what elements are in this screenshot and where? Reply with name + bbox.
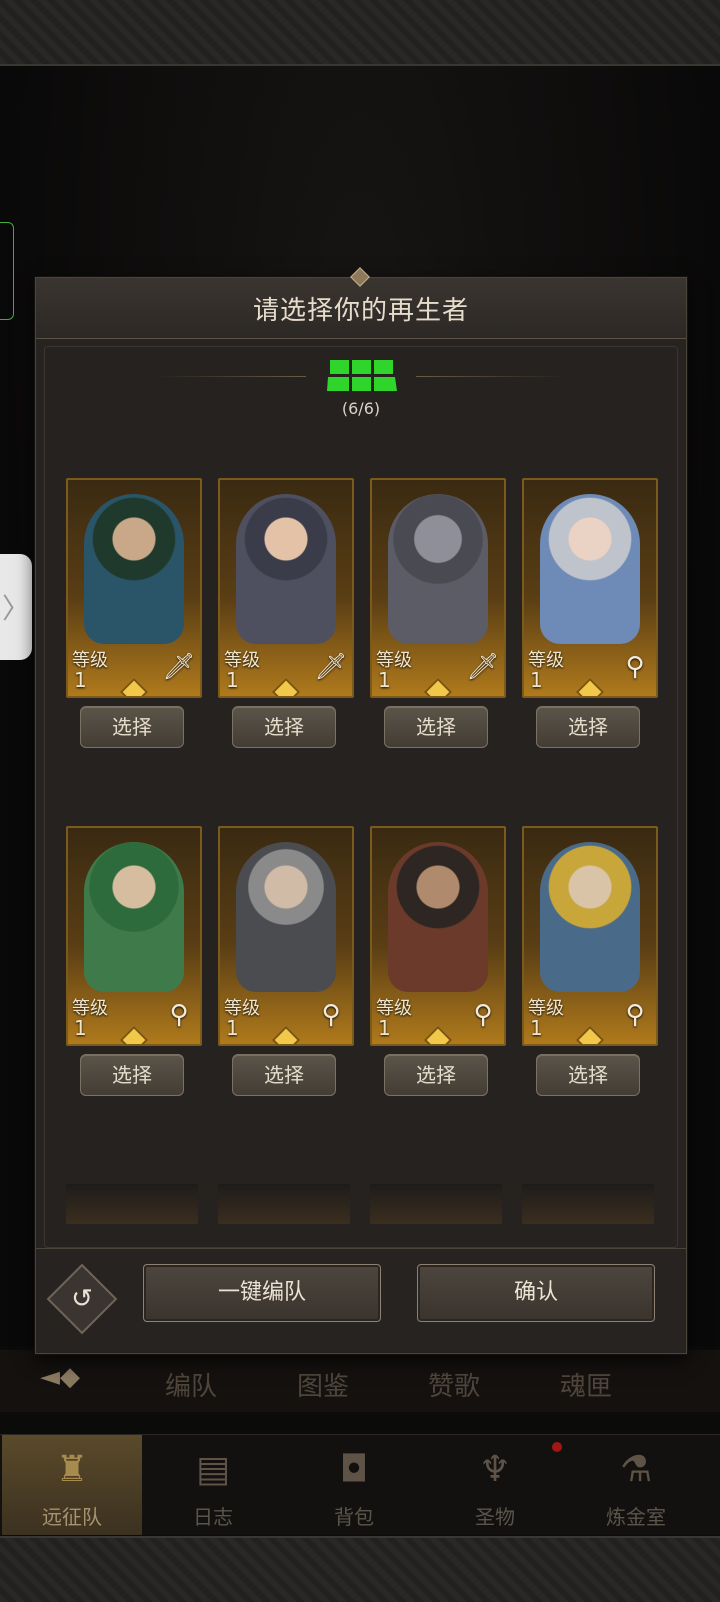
level-value: 1 — [530, 1016, 543, 1040]
side-drawer-tab[interactable]: 〉 — [0, 554, 32, 660]
chevron-right-icon: 〉 — [1, 592, 30, 625]
hero-portrait-partial[interactable] — [370, 1184, 502, 1224]
hero-portrait-partial[interactable] — [218, 1184, 350, 1224]
confirm-button[interactable]: 确认 — [417, 1264, 655, 1322]
select-button[interactable]: 选择 — [536, 706, 640, 748]
notification-dot — [552, 1442, 562, 1452]
select-button[interactable]: 选择 — [536, 1054, 640, 1096]
relic-icon: ♆ — [478, 1449, 512, 1490]
rarity-gem-icon — [271, 1025, 301, 1044]
nav-bag[interactable]: ◘ 背包 — [284, 1435, 424, 1535]
nav-label: 背包 — [334, 1505, 374, 1529]
rarity-gem-icon — [119, 1025, 149, 1044]
rarity-gem-icon — [119, 677, 149, 696]
helmet-icon: ♜ — [55, 1449, 89, 1490]
staff-icon: ⚲ — [321, 1000, 341, 1030]
bottom-nav: ♜ 远征队 ▤ 日志 ◘ 背包 ♆ 圣物 ⚗ 炼金室 — [0, 1434, 720, 1535]
staff-icon: ⚲ — [625, 652, 645, 682]
hero-card[interactable]: 等级 1 🗡 选择 — [218, 478, 354, 748]
level-value: 1 — [226, 668, 239, 692]
hero-row-partial — [66, 1184, 666, 1224]
level-value: 1 — [74, 668, 87, 692]
hero-figure — [236, 494, 336, 644]
hero-figure — [540, 494, 640, 644]
hero-card[interactable]: 等级 1 ⚲ 选择 — [218, 826, 354, 1096]
hero-card[interactable]: 等级 1 ⚲ 选择 — [370, 826, 506, 1096]
auto-team-button[interactable]: 一键编队 — [143, 1264, 381, 1322]
staff-icon: ⚲ — [473, 1000, 493, 1030]
level-value: 1 — [226, 1016, 239, 1040]
nav-label: 日志 — [193, 1505, 233, 1529]
team-slots-icon — [327, 360, 397, 391]
left-edge-indicator — [0, 222, 14, 320]
level-value: 1 — [530, 668, 543, 692]
select-button[interactable]: 选择 — [384, 706, 488, 748]
hero-portrait-partial[interactable] — [522, 1184, 654, 1224]
back-arrow-icon[interactable]: ◄◆ — [40, 1362, 80, 1392]
rarity-gem-icon — [423, 1025, 453, 1044]
select-button[interactable]: 选择 — [80, 706, 184, 748]
nav-alchemy[interactable]: ⚗ 炼金室 — [566, 1435, 706, 1535]
select-button[interactable]: 选择 — [232, 706, 336, 748]
rarity-gem-icon — [575, 1025, 605, 1044]
tab-codex[interactable]: 图鉴 — [297, 1366, 349, 1403]
select-button[interactable]: 选择 — [232, 1054, 336, 1096]
level-value: 1 — [378, 668, 391, 692]
tab-formation[interactable]: 编队 — [165, 1366, 217, 1403]
sword-icon: 🗡 — [466, 652, 500, 682]
hero-card[interactable]: 等级 1 🗡 选择 — [66, 478, 202, 748]
hero-portrait[interactable]: 等级 1 ⚲ — [522, 826, 658, 1046]
hero-figure — [84, 842, 184, 992]
bag-icon: ◘ — [339, 1449, 369, 1490]
hero-portrait[interactable]: 等级 1 🗡 — [370, 478, 506, 698]
hero-card[interactable]: 等级 1 🗡 选择 — [370, 478, 506, 748]
nav-expedition[interactable]: ♜ 远征队 — [2, 1435, 142, 1535]
hero-figure — [540, 842, 640, 992]
hero-card[interactable]: 等级 1 ⚲ 选择 — [66, 826, 202, 1096]
nav-relics[interactable]: ♆ 圣物 — [425, 1435, 565, 1535]
level-value: 1 — [74, 1016, 87, 1040]
hero-figure — [236, 842, 336, 992]
tab-hymn[interactable]: 赞歌 — [428, 1366, 480, 1403]
select-button[interactable]: 选择 — [80, 1054, 184, 1096]
hero-portrait[interactable]: 等级 1 ⚲ — [370, 826, 506, 1046]
rarity-gem-icon — [271, 677, 301, 696]
divider-right — [416, 376, 566, 377]
bottom-decor-bar — [0, 1536, 720, 1602]
rarity-gem-icon — [575, 677, 605, 696]
hero-portrait[interactable]: 等级 1 ⚲ — [66, 826, 202, 1046]
hero-portrait[interactable]: 等级 1 🗡 — [218, 478, 354, 698]
staff-icon: ⚲ — [625, 1000, 645, 1030]
top-decor-bar — [0, 0, 720, 66]
select-button[interactable]: 选择 — [384, 1054, 488, 1096]
rarity-gem-icon — [423, 677, 453, 696]
scroll-icon: ▤ — [195, 1449, 230, 1490]
hero-portrait[interactable]: 等级 1 ⚲ — [218, 826, 354, 1046]
hero-card[interactable]: 等级 1 ⚲ 选择 — [522, 826, 658, 1096]
nav-label: 圣物 — [475, 1505, 515, 1529]
team-count-area: (6/6) — [36, 278, 686, 418]
reset-icon[interactable]: ↺ — [57, 1274, 107, 1324]
sword-icon: 🗡 — [162, 652, 196, 682]
sub-tabs-bar: ◄◆ 编队 图鉴 赞歌 魂匣 — [0, 1350, 720, 1412]
level-value: 1 — [378, 1016, 391, 1040]
hero-portrait[interactable]: 等级 1 🗡 — [66, 478, 202, 698]
divider-left — [156, 376, 306, 377]
hero-portrait-partial[interactable] — [66, 1184, 198, 1224]
hero-card[interactable]: 等级 1 ⚲ 选择 — [522, 478, 658, 748]
tab-soul-box[interactable]: 魂匣 — [560, 1366, 612, 1403]
nav-label: 炼金室 — [606, 1505, 666, 1529]
nav-label: 远征队 — [42, 1505, 102, 1529]
nav-journal[interactable]: ▤ 日志 — [143, 1435, 283, 1535]
hero-figure — [84, 494, 184, 644]
staff-icon: ⚲ — [169, 1000, 189, 1030]
footer-divider — [36, 1248, 686, 1249]
select-hero-modal: 请选择你的再生者 (6/6) 等级 1 🗡 选择 等级 1 🗡 选择 等级 1 … — [35, 267, 687, 1354]
hero-figure — [388, 494, 488, 644]
sword-icon: 🗡 — [314, 652, 348, 682]
team-count-text: (6/6) — [341, 399, 381, 418]
alchemy-icon: ⚗ — [619, 1449, 653, 1490]
hero-portrait[interactable]: 等级 1 ⚲ — [522, 478, 658, 698]
hero-figure — [388, 842, 488, 992]
